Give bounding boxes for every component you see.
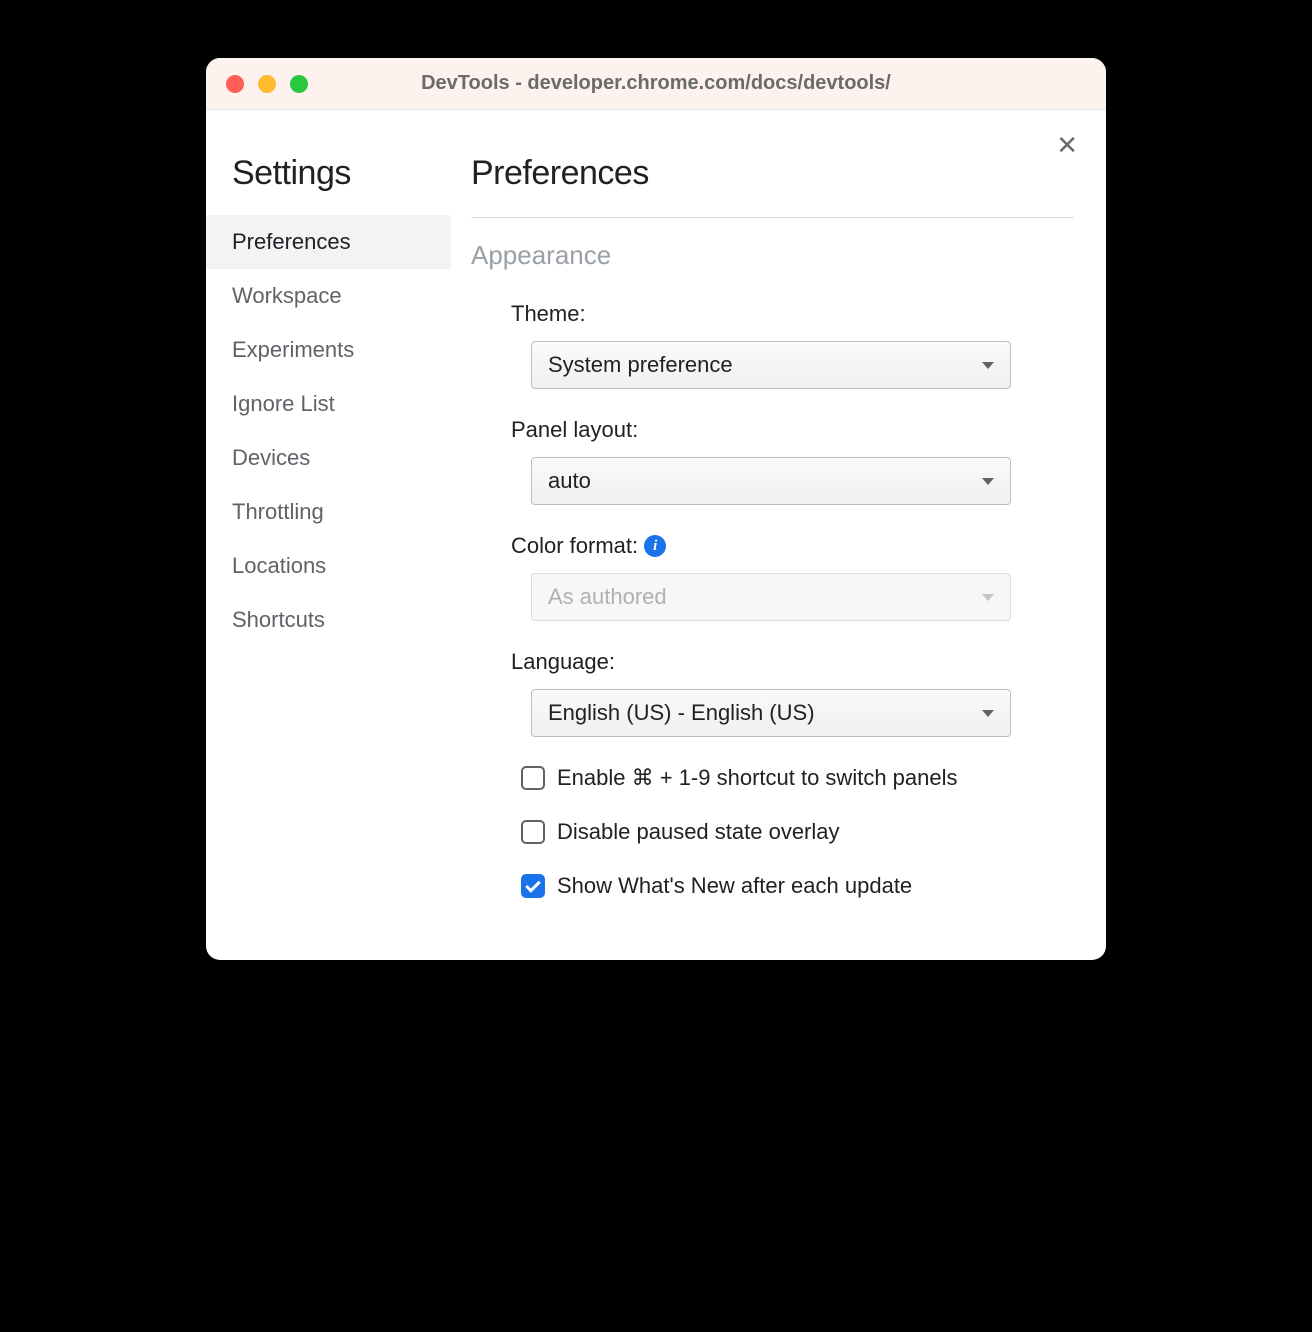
theme-label: Theme: [511, 301, 1074, 327]
sidebar-title: Settings [206, 154, 451, 193]
sidebar-item-label: Experiments [232, 337, 354, 363]
divider [471, 217, 1074, 218]
checkbox-row[interactable]: Show What's New after each update [521, 873, 1074, 899]
panel-layout-select-value: auto [548, 468, 591, 494]
sidebar-item-label: Preferences [232, 229, 351, 255]
sidebar-item-ignore-list[interactable]: Ignore List [206, 377, 451, 431]
language-select[interactable]: English (US) - English (US) [531, 689, 1011, 737]
theme-select-value: System preference [548, 352, 733, 378]
devtools-settings-window: DevTools - developer.chrome.com/docs/dev… [206, 58, 1106, 960]
theme-field: Theme: System preference [511, 301, 1074, 389]
language-field: Language: English (US) - English (US) [511, 649, 1074, 737]
window-close-button[interactable] [226, 75, 244, 93]
language-label: Language: [511, 649, 1074, 675]
titlebar: DevTools - developer.chrome.com/docs/dev… [206, 58, 1106, 110]
info-icon[interactable]: i [644, 535, 666, 557]
sidebar-item-label: Locations [232, 553, 326, 579]
window-title: DevTools - developer.chrome.com/docs/dev… [206, 72, 1106, 95]
sidebar-item-label: Shortcuts [232, 607, 325, 633]
sidebar-item-label: Ignore List [232, 391, 335, 417]
sidebar-item-label: Workspace [232, 283, 342, 309]
window-zoom-button[interactable] [290, 75, 308, 93]
sidebar: Settings Preferences Workspace Experiments… [206, 110, 451, 960]
sidebar-item-experiments[interactable]: Experiments [206, 323, 451, 377]
content: ✕ Settings Preferences Workspace Experimen… [206, 110, 1106, 960]
checkbox-label: Disable paused state overlay [557, 819, 840, 845]
panel-layout-field: Panel layout: auto [511, 417, 1074, 505]
sidebar-item-label: Devices [232, 445, 310, 471]
window-minimize-button[interactable] [258, 75, 276, 93]
check-icon [525, 877, 541, 893]
traffic-lights [226, 75, 308, 93]
chevron-down-icon [982, 710, 994, 717]
checkbox-row[interactable]: Enable ⌘ + 1-9 shortcut to switch panels [521, 765, 1074, 791]
sidebar-item-preferences[interactable]: Preferences [206, 215, 451, 269]
checkbox[interactable] [521, 874, 545, 898]
checkbox-row[interactable]: Disable paused state overlay [521, 819, 1074, 845]
sidebar-item-label: Throttling [232, 499, 324, 525]
section-title: Appearance [471, 240, 1074, 271]
chevron-down-icon [982, 478, 994, 485]
checkbox[interactable] [521, 766, 545, 790]
color-format-label-text: Color format: [511, 533, 638, 559]
panel-layout-label: Panel layout: [511, 417, 1074, 443]
checkbox-label: Enable ⌘ + 1-9 shortcut to switch panels [557, 765, 958, 791]
chevron-down-icon [982, 362, 994, 369]
color-format-label: Color format: i [511, 533, 1074, 559]
language-select-value: English (US) - English (US) [548, 700, 815, 726]
panel-layout-select[interactable]: auto [531, 457, 1011, 505]
sidebar-item-devices[interactable]: Devices [206, 431, 451, 485]
sidebar-item-workspace[interactable]: Workspace [206, 269, 451, 323]
theme-select[interactable]: System preference [531, 341, 1011, 389]
chevron-down-icon [982, 594, 994, 601]
color-format-field: Color format: i As authored [511, 533, 1074, 621]
sidebar-item-throttling[interactable]: Throttling [206, 485, 451, 539]
page-title: Preferences [471, 154, 1074, 193]
close-icon[interactable]: ✕ [1056, 132, 1078, 158]
sidebar-item-locations[interactable]: Locations [206, 539, 451, 593]
main-panel: Preferences Appearance Theme: System pre… [451, 110, 1106, 960]
checkbox[interactable] [521, 820, 545, 844]
color-format-select-value: As authored [548, 584, 667, 610]
color-format-select: As authored [531, 573, 1011, 621]
sidebar-item-shortcuts[interactable]: Shortcuts [206, 593, 451, 647]
checkbox-label: Show What's New after each update [557, 873, 912, 899]
